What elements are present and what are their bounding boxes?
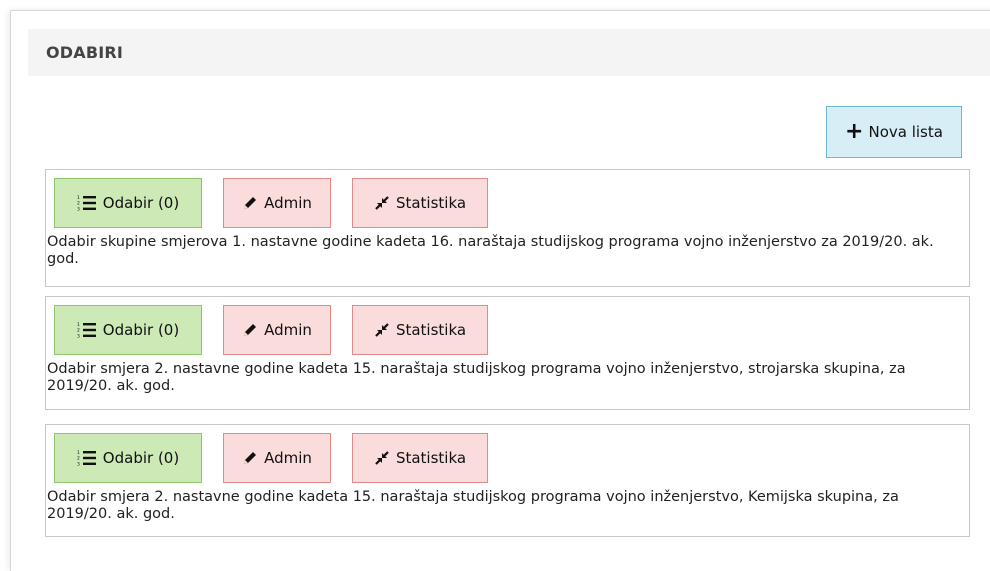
selections-panel: ODABIRI + Nova lista 1 2 3 Odabir (0) Ad… [10, 10, 990, 571]
new-list-label: Nova lista [868, 123, 943, 141]
svg-text:2: 2 [77, 456, 80, 462]
odabir-label: Odabir (0) [102, 194, 180, 212]
statistics-label: Statistika [395, 449, 467, 467]
pencil-icon [242, 195, 258, 211]
admin-label: Admin [264, 449, 312, 467]
svg-text:1: 1 [77, 450, 80, 456]
odabir-label: Odabir (0) [102, 321, 180, 339]
admin-button[interactable]: Admin [223, 305, 331, 355]
odabir-button[interactable]: 1 2 3 Odabir (0) [54, 433, 202, 483]
panel-title: ODABIRI [46, 43, 124, 62]
selection-card: 1 2 3 Odabir (0) Admin Statistika Odabir… [45, 296, 970, 410]
list-ol-icon: 1 2 3 [77, 322, 97, 338]
compress-icon [374, 195, 390, 211]
admin-label: Admin [264, 321, 312, 339]
statistics-label: Statistika [395, 194, 467, 212]
odabir-button[interactable]: 1 2 3 Odabir (0) [54, 305, 202, 355]
list-ol-icon: 1 2 3 [77, 450, 97, 466]
svg-text:2: 2 [77, 201, 80, 207]
panel-header: ODABIRI [28, 29, 990, 76]
card-description: Odabir skupine smjerova 1. nastavne godi… [47, 234, 934, 267]
svg-text:3: 3 [77, 207, 80, 212]
pencil-icon [242, 450, 258, 466]
list-ol-icon: 1 2 3 [77, 195, 97, 211]
svg-text:1: 1 [77, 195, 80, 201]
pencil-icon [242, 322, 258, 338]
statistics-label: Statistika [395, 321, 467, 339]
selection-card: 1 2 3 Odabir (0) Admin Statistika Odabir… [45, 424, 970, 537]
new-list-button[interactable]: + Nova lista [826, 106, 962, 158]
svg-text:3: 3 [77, 462, 80, 467]
odabir-button[interactable]: 1 2 3 Odabir (0) [54, 178, 202, 228]
statistics-button[interactable]: Statistika [352, 433, 488, 483]
plus-icon: + [845, 119, 864, 144]
svg-text:1: 1 [77, 322, 80, 328]
statistics-button[interactable]: Statistika [352, 305, 488, 355]
compress-icon [374, 450, 390, 466]
card-description: Odabir smjera 2. nastavne godine kadeta … [47, 361, 906, 394]
selection-card: 1 2 3 Odabir (0) Admin Statistika Odabir… [45, 169, 970, 287]
admin-button[interactable]: Admin [223, 433, 331, 483]
statistics-button[interactable]: Statistika [352, 178, 488, 228]
admin-button[interactable]: Admin [223, 178, 331, 228]
odabir-label: Odabir (0) [102, 449, 180, 467]
svg-text:2: 2 [77, 328, 80, 334]
admin-label: Admin [264, 194, 312, 212]
card-description: Odabir smjera 2. nastavne godine kadeta … [47, 489, 899, 522]
compress-icon [374, 322, 390, 338]
svg-text:3: 3 [77, 334, 80, 339]
